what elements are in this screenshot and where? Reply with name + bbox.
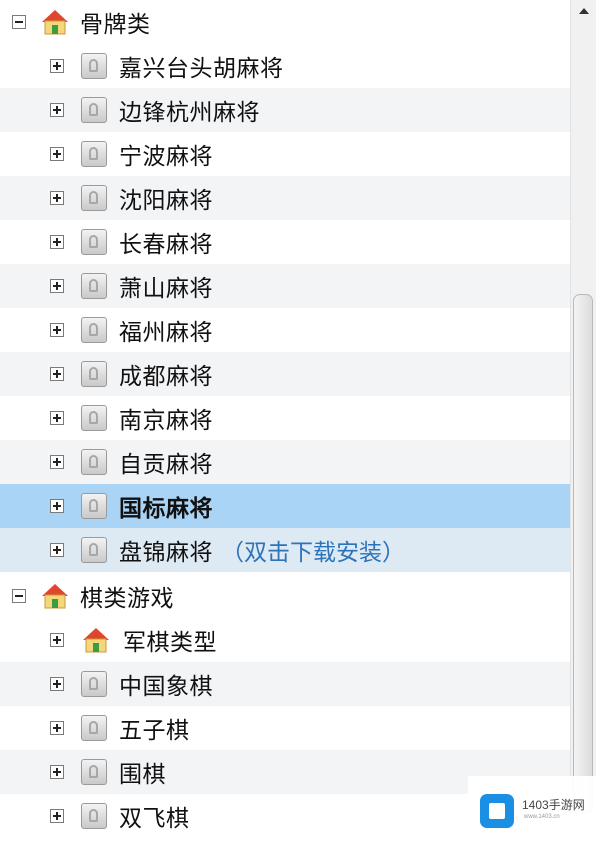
tree-item-label: 福州麻将	[119, 320, 213, 346]
tree-group-chess[interactable]: 棋类游戏	[0, 574, 570, 618]
game-placeholder-icon	[81, 53, 107, 79]
game-tree: 骨牌类 嘉兴台头胡麻将 边锋杭州麻将 宁波麻将 沈阳麻将 长春麻将 萧山麻将 福…	[0, 0, 570, 848]
scroll-thumb[interactable]	[573, 294, 593, 814]
game-placeholder-icon	[81, 317, 107, 343]
tree-item-label: 长春麻将	[119, 232, 213, 258]
game-placeholder-icon	[81, 537, 107, 563]
tree-item-label: 沈阳麻将	[119, 188, 213, 214]
tree-item-label: 军棋类型	[123, 630, 217, 656]
tree-item-label: 双飞棋	[119, 806, 190, 832]
expand-toggle-icon[interactable]	[50, 411, 64, 425]
expand-toggle-icon[interactable]	[50, 103, 64, 117]
game-placeholder-icon	[81, 493, 107, 519]
game-placeholder-icon	[81, 759, 107, 785]
tree-item[interactable]: 五子棋	[0, 706, 570, 750]
tree-item-label: 五子棋	[119, 718, 190, 744]
game-placeholder-icon	[81, 671, 107, 697]
tree-item[interactable]: 军棋类型	[0, 618, 570, 662]
tree-item[interactable]: 南京麻将	[0, 396, 570, 440]
expand-toggle-icon[interactable]	[50, 59, 64, 73]
watermark-url: www.1403.cn	[524, 814, 560, 820]
expand-toggle-icon[interactable]	[50, 633, 64, 647]
game-placeholder-icon	[81, 449, 107, 475]
scroll-up-arrow-icon[interactable]	[571, 0, 596, 22]
tree-group-label: 棋类游戏	[80, 586, 174, 612]
vertical-scrollbar[interactable]	[570, 0, 596, 848]
game-placeholder-icon	[81, 803, 107, 829]
game-placeholder-icon	[81, 185, 107, 211]
tree-item[interactable]: 萧山麻将	[0, 264, 570, 308]
expand-toggle-icon[interactable]	[50, 809, 64, 823]
expand-toggle-icon[interactable]	[50, 191, 64, 205]
tree-item-label: 盘锦麻将	[119, 540, 213, 566]
tree-item-label: 南京麻将	[119, 408, 213, 434]
expand-toggle-icon[interactable]	[50, 499, 64, 513]
expand-toggle-icon[interactable]	[50, 721, 64, 735]
tree-item-label: 国标麻将	[119, 496, 213, 522]
game-placeholder-icon	[81, 715, 107, 741]
tree-item-label: 中国象棋	[119, 674, 213, 700]
tree-item-label: 嘉兴台头胡麻将	[119, 56, 284, 82]
house-icon	[42, 584, 68, 609]
site-logo-icon	[480, 794, 514, 828]
tree-group-mahjong[interactable]: 骨牌类	[0, 0, 570, 44]
expand-toggle-icon[interactable]	[50, 323, 64, 337]
tree-item-selected[interactable]: 国标麻将	[0, 484, 570, 528]
tree-item-label: 围棋	[119, 762, 166, 788]
tree-item[interactable]: 边锋杭州麻将	[0, 88, 570, 132]
tree-item[interactable]: 中国象棋	[0, 662, 570, 706]
game-placeholder-icon	[81, 229, 107, 255]
tree-item[interactable]: 盘锦麻将 （双击下载安装）	[0, 528, 570, 572]
expand-toggle-icon[interactable]	[50, 543, 64, 557]
collapse-toggle-icon[interactable]	[12, 15, 26, 29]
tree-item[interactable]: 长春麻将	[0, 220, 570, 264]
house-icon	[83, 628, 109, 653]
game-placeholder-icon	[81, 273, 107, 299]
tree-item[interactable]: 宁波麻将	[0, 132, 570, 176]
game-placeholder-icon	[81, 97, 107, 123]
tree-item-label: 宁波麻将	[119, 144, 213, 170]
game-placeholder-icon	[81, 405, 107, 431]
tree-item[interactable]: 福州麻将	[0, 308, 570, 352]
expand-toggle-icon[interactable]	[50, 147, 64, 161]
expand-toggle-icon[interactable]	[50, 235, 64, 249]
tree-item[interactable]: 沈阳麻将	[0, 176, 570, 220]
game-placeholder-icon	[81, 361, 107, 387]
expand-toggle-icon[interactable]	[50, 279, 64, 293]
expand-toggle-icon[interactable]	[50, 765, 64, 779]
tree-item[interactable]: 成都麻将	[0, 352, 570, 396]
tree-item-label: 成都麻将	[119, 364, 213, 390]
game-placeholder-icon	[81, 141, 107, 167]
tree-group-label: 骨牌类	[80, 12, 151, 38]
watermark-title: 1403手游网	[522, 798, 585, 812]
collapse-toggle-icon[interactable]	[12, 589, 26, 603]
tree-item-label: 自贡麻将	[119, 452, 213, 478]
expand-toggle-icon[interactable]	[50, 367, 64, 381]
expand-toggle-icon[interactable]	[50, 455, 64, 469]
tree-item-label: 边锋杭州麻将	[119, 100, 260, 126]
house-icon	[42, 10, 68, 35]
tree-item-label: 萧山麻将	[119, 276, 213, 302]
tree-item[interactable]: 嘉兴台头胡麻将	[0, 44, 570, 88]
site-watermark: 1403手游网 www.1403.cn	[468, 776, 596, 848]
download-install-hint: （双击下载安装）	[221, 540, 405, 566]
expand-toggle-icon[interactable]	[50, 677, 64, 691]
tree-item[interactable]: 自贡麻将	[0, 440, 570, 484]
